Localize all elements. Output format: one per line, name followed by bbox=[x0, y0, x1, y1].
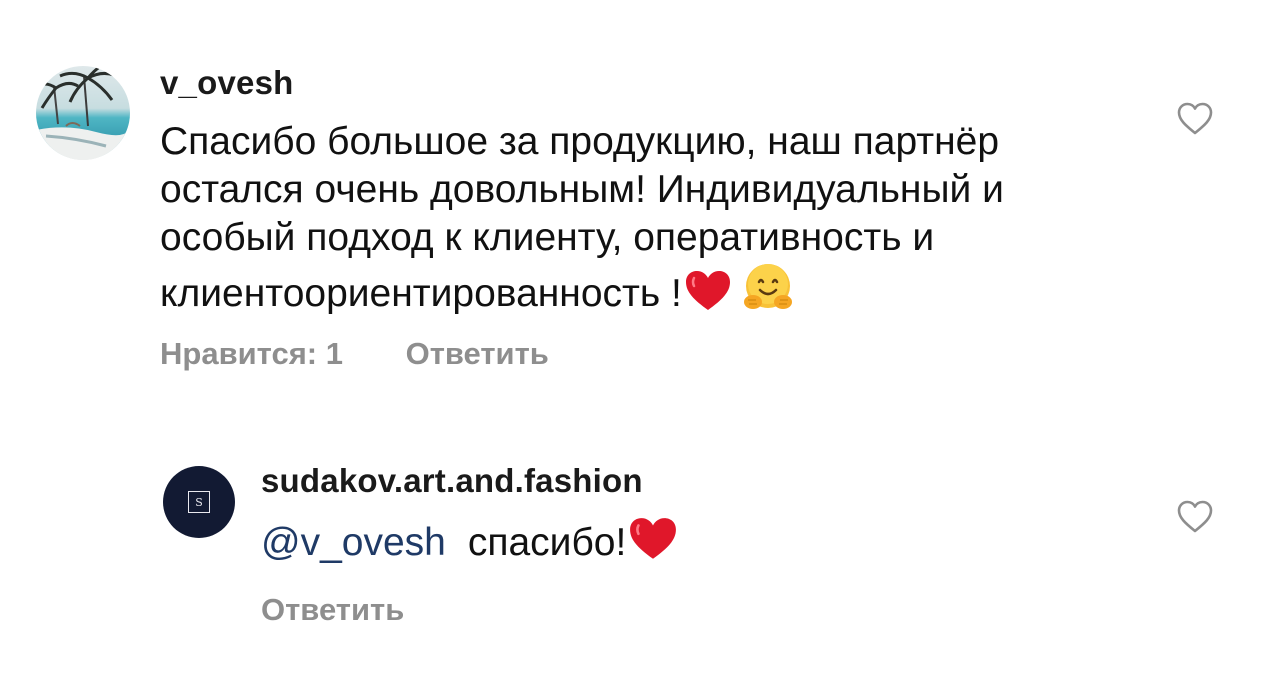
comments-panel: v_ovesh Спасибо большое за продукцию, на… bbox=[0, 0, 1284, 679]
reply-button[interactable]: Ответить bbox=[406, 336, 549, 372]
comment-username[interactable]: sudakov.art.and.fashion bbox=[261, 462, 643, 500]
heart-outline-icon bbox=[1177, 500, 1213, 533]
red-heart-icon bbox=[684, 270, 732, 324]
heart-outline-icon bbox=[1177, 102, 1213, 135]
comment-body: Спасибо большое за продукцию, наш партнё… bbox=[160, 120, 1004, 315]
like-button[interactable] bbox=[1177, 102, 1213, 136]
avatar[interactable]: S bbox=[163, 466, 235, 538]
red-heart-icon bbox=[628, 517, 678, 573]
mention-link[interactable]: @v_ovesh bbox=[261, 521, 446, 564]
beach-photo-icon bbox=[36, 66, 130, 160]
comment-actions: Нравится: 1 Ответить bbox=[160, 336, 549, 372]
avatar[interactable] bbox=[36, 66, 130, 160]
comment-text: @v_ovesh спасибо! bbox=[261, 517, 1161, 573]
comment-text: Спасибо большое за продукцию, наш партнё… bbox=[160, 118, 1150, 324]
comment-body: спасибо! bbox=[467, 521, 627, 564]
comment-username[interactable]: v_ovesh bbox=[160, 64, 293, 102]
likes-count[interactable]: Нравится: 1 bbox=[160, 336, 343, 372]
brand-logo: S bbox=[188, 491, 210, 513]
like-button[interactable] bbox=[1177, 500, 1213, 534]
hugging-face-icon bbox=[742, 262, 794, 324]
reply-button[interactable]: Ответить bbox=[261, 592, 404, 628]
comment-actions: Ответить bbox=[261, 592, 404, 628]
